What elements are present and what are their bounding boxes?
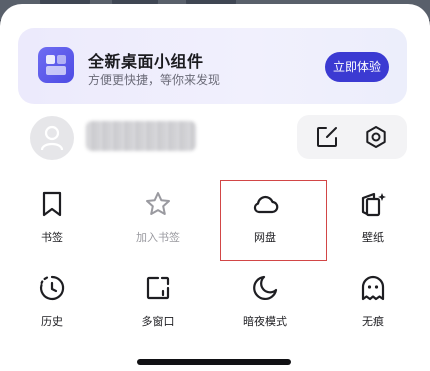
wallpaper-icon	[361, 192, 386, 217]
star-icon	[146, 192, 170, 215]
ghost-icon	[361, 275, 385, 301]
menu-item-label: 书签	[41, 231, 63, 244]
menu-item-add-bookmark[interactable]: 加入书签	[118, 190, 198, 245]
try-now-button[interactable]: 立即体验	[325, 52, 389, 82]
account-tools	[297, 115, 407, 159]
widget-promo-banner[interactable]: 全新桌面小组件 方便更快捷，等你来发现 立即体验	[18, 28, 407, 104]
bookmark-icon	[42, 191, 62, 217]
menu-item-incognito[interactable]: 无痕	[333, 274, 413, 329]
menu-item-bookmarks[interactable]: 书签	[12, 190, 92, 245]
history-icon	[39, 275, 65, 301]
menu-item-label: 壁纸	[362, 231, 384, 244]
user-icon	[40, 125, 64, 151]
menu-item-multi-window[interactable]: 多窗口	[118, 274, 198, 329]
menu-item-label: 多窗口	[141, 315, 175, 328]
menu-sheet: 全新桌面小组件 方便更快捷，等你来发现 立即体验 书签 加入书签 网盘 壁纸 历…	[0, 4, 430, 371]
menu-item-label: 加入书签	[136, 231, 180, 244]
home-indicator[interactable]	[137, 359, 291, 365]
avatar[interactable]	[30, 116, 74, 160]
menu-item-label: 暗夜模式	[243, 315, 287, 328]
widget-icon	[38, 47, 74, 83]
menu-item-wallpaper[interactable]: 壁纸	[333, 190, 413, 245]
menu-item-label: 历史	[41, 315, 63, 328]
moon-icon	[253, 275, 278, 300]
edit-icon[interactable]	[315, 125, 339, 149]
settings-icon[interactable]	[364, 125, 388, 149]
banner-subtitle: 方便更快捷，等你来发现	[88, 73, 221, 87]
menu-item-history[interactable]: 历史	[12, 274, 92, 329]
menu-item-label: 无痕	[362, 315, 384, 328]
banner-title: 全新桌面小组件	[88, 52, 204, 71]
multi-window-icon	[146, 276, 170, 300]
highlight-box	[220, 180, 327, 261]
menu-item-dark-mode[interactable]: 暗夜模式	[225, 274, 305, 329]
username-redacted[interactable]	[86, 121, 196, 151]
